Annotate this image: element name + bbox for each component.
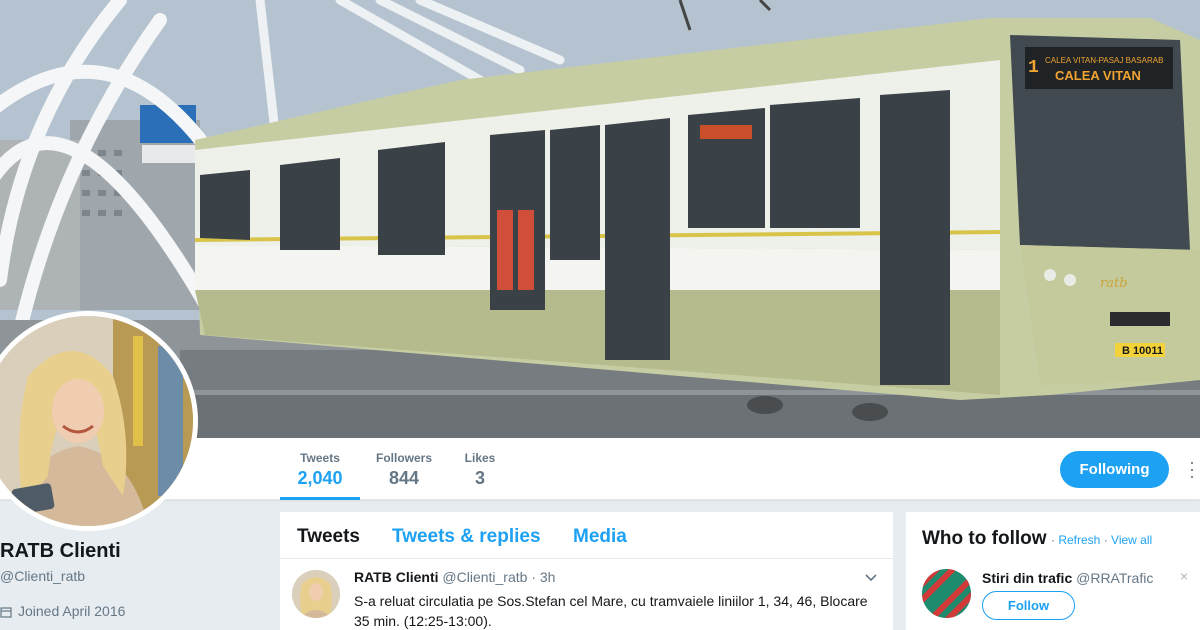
timeline-tabs: Tweets Tweets & replies Media: [280, 512, 893, 559]
tweet-text: S-a reluat circulatia pe Sos.Stefan cel …: [354, 593, 868, 629]
svg-text:CALEA VITAN-PASAJ BASARAB: CALEA VITAN-PASAJ BASARAB: [1045, 56, 1163, 65]
wtf-separator: ·: [1050, 533, 1055, 547]
tweet-item[interactable]: RATB Clienti @Clienti_ratb · 3h S-a relu…: [280, 559, 893, 630]
wtf-refresh-link[interactable]: Refresh: [1058, 533, 1100, 547]
profile-joined: Joined April 2016: [0, 603, 125, 619]
close-icon[interactable]: ×: [1180, 568, 1188, 584]
stat-tweets-label: Tweets: [300, 451, 340, 465]
suggestion-name[interactable]: Stiri din trafic: [982, 570, 1072, 586]
more-vertical-icon[interactable]: · · ·: [1186, 453, 1198, 485]
tweet-author-name[interactable]: RATB Clienti: [354, 569, 439, 585]
svg-text:1: 1: [1028, 58, 1039, 78]
suggestion-user: Stiri din trafic @RRATrafic: [982, 570, 1153, 586]
tab-tweets-replies[interactable]: Tweets & replies: [392, 526, 541, 548]
wtf-view-all-link[interactable]: View all: [1111, 533, 1152, 547]
stat-tweets-value: 2,040: [297, 468, 343, 488]
wtf-title: Who to follow: [922, 528, 1047, 549]
calendar-icon: [0, 605, 12, 618]
suggestion-avatar[interactable]: [922, 569, 971, 618]
stat-likes[interactable]: Likes 3: [459, 438, 501, 500]
stat-tweets[interactable]: Tweets 2,040: [280, 438, 360, 500]
joined-date: Joined April 2016: [18, 603, 126, 619]
tweet-avatar[interactable]: [292, 570, 340, 618]
svg-text:B 10011: B 10011: [1122, 345, 1163, 357]
stat-followers[interactable]: Followers 844: [372, 438, 436, 500]
stat-likes-value: 3: [474, 468, 485, 488]
svg-text:CALEA VITAN: CALEA VITAN: [1055, 68, 1141, 83]
tweet-separator: ·: [531, 569, 536, 585]
who-to-follow: Who to follow · Refresh · View all Stiri…: [906, 512, 1200, 630]
tab-media[interactable]: Media: [573, 526, 627, 548]
profile-name[interactable]: RATB Clienti: [0, 540, 121, 563]
tweet-header: RATB Clienti @Clienti_ratb · 3h: [354, 569, 555, 585]
tweet-author-handle[interactable]: @Clienti_ratb: [442, 569, 527, 585]
chevron-down-icon[interactable]: [864, 571, 878, 585]
stat-followers-value: 844: [388, 468, 420, 488]
suggestion-handle[interactable]: @RRATrafic: [1076, 570, 1153, 586]
suggestion-follow-button[interactable]: Follow: [982, 591, 1075, 620]
following-button[interactable]: Following: [1060, 451, 1169, 488]
timeline: Tweets Tweets & replies Media RATB Clien…: [280, 512, 893, 630]
stat-likes-label: Likes: [464, 451, 496, 465]
stat-followers-label: Followers: [375, 451, 432, 465]
wtf-header: Who to follow · Refresh · View all: [922, 528, 1152, 550]
svg-text:ratb: ratb: [1100, 276, 1128, 291]
tab-tweets[interactable]: Tweets: [297, 526, 360, 548]
avatar-photo: [0, 316, 193, 526]
wtf-separator: ·: [1103, 533, 1108, 547]
profile-handle: @Clienti_ratb: [0, 568, 86, 584]
tweet-timestamp[interactable]: 3h: [540, 569, 556, 585]
